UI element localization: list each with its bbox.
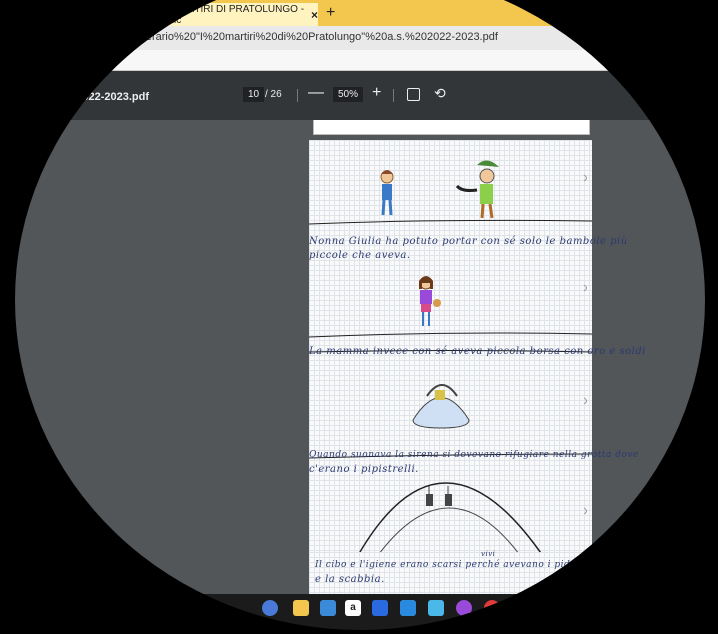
girl-drawing (419, 276, 441, 326)
handwritten-correction: vivi (481, 550, 496, 558)
pdf-viewer[interactable]: Nonna Giulia ha potuto portar con sé sol… (0, 120, 718, 612)
tab-strip: ri di P × G I MARTIRI DI PRATOLUNGO - Ri… (0, 0, 718, 26)
handwritten-text: c'erano i pipistrelli. (309, 464, 419, 475)
app-icon[interactable] (456, 600, 472, 616)
amazon-icon[interactable]: a (345, 600, 361, 616)
tab-title: I MARTIRI DI PRATOLUNGO - Ric (166, 3, 305, 26)
bookmark-item[interactable]: ucente (62, 54, 89, 64)
close-icon[interactable]: × (311, 8, 318, 22)
folder-icon[interactable] (293, 600, 309, 616)
handwritten-text: piccole che aveva. (309, 250, 411, 261)
store-icon[interactable] (400, 600, 416, 616)
zoom-input[interactable]: 50% (333, 87, 364, 102)
zoom-out-button[interactable]: — (308, 84, 324, 102)
rotate-icon[interactable]: ⟲ (434, 85, 446, 102)
screen: ri di P × G I MARTIRI DI PRATOLUNGO - Ri… (0, 0, 718, 634)
handwritten-text: La mamma invece con sé aveva piccola bor… (309, 346, 646, 357)
page-total: / 26 (265, 89, 282, 100)
zoom-in-button[interactable]: + (372, 84, 381, 102)
tab-google-search[interactable]: G I MARTIRI DI PRATOLUNGO - Ric × (148, 3, 318, 26)
bookmarks-bar: ucente (0, 50, 718, 71)
divider (393, 89, 394, 102)
page-hole (583, 284, 587, 292)
pdf-toolbar: s. 2022-2023.pdf 10 / 26 — 50% + ⟲ (0, 71, 718, 120)
handwritten-text: e la scabbia. (315, 574, 385, 585)
url-text[interactable]: oncorso%20letterario%20"I%20martiri%20di… (70, 31, 498, 43)
page-number-input[interactable]: 10 (243, 87, 265, 102)
bag-drawing (412, 384, 470, 429)
page-hole (583, 507, 587, 515)
ground-line (309, 332, 592, 338)
tab-title: ri di P (70, 9, 96, 20)
pdf-page: Nonna Giulia ha potuto portar con sé sol… (309, 140, 645, 568)
divider (297, 89, 298, 102)
google-icon: G (154, 9, 162, 20)
mail-icon[interactable] (320, 600, 336, 616)
new-tab-button[interactable]: + (326, 4, 335, 22)
boy-drawing (380, 170, 394, 216)
fit-page-icon[interactable] (407, 88, 420, 101)
previous-page (313, 120, 590, 135)
edge-icon[interactable] (428, 600, 444, 616)
pdf-title: s. 2022-2023.pdf (64, 91, 149, 103)
dropbox-icon[interactable] (372, 600, 388, 616)
handwritten-text: Quando suonava la sirena si dovevano rif… (309, 450, 639, 460)
close-icon[interactable]: × (102, 8, 109, 22)
soldier-drawing (455, 160, 499, 219)
handwritten-text: Il cibo e l'igiene erano scarsi perché a… (315, 560, 597, 570)
page-hole (583, 174, 587, 182)
tab-pdf[interactable]: ri di P × (70, 3, 144, 26)
handwritten-text: Nonna Giulia ha potuto portar con sé sol… (309, 236, 628, 247)
opera-icon[interactable] (484, 600, 500, 616)
address-bar[interactable]: oncorso%20letterario%20"I%20martiri%20di… (0, 26, 718, 50)
page-hole (583, 397, 587, 405)
ground-line (309, 219, 592, 225)
chrome-icon[interactable] (262, 600, 278, 616)
